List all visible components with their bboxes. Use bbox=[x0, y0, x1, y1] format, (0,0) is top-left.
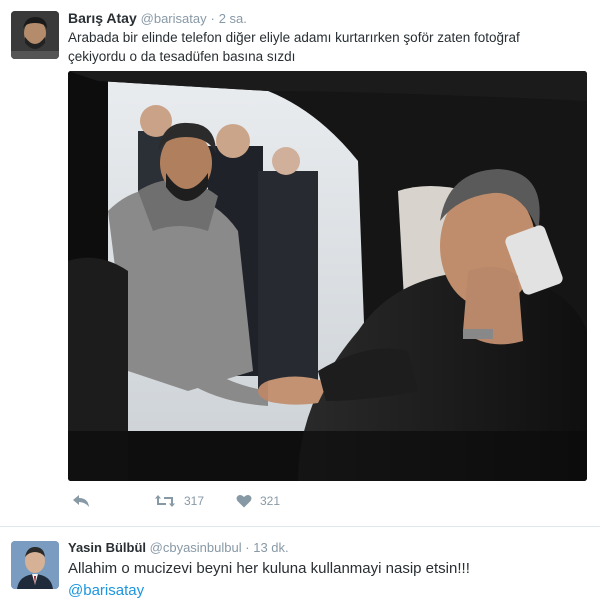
tweet-barisatay[interactable]: Barış Atay @barisatay · 2 sa. Arabada bi… bbox=[0, 0, 600, 526]
like-count: 321 bbox=[260, 494, 281, 508]
retweet-icon bbox=[155, 495, 175, 507]
author-name[interactable]: Barış Atay bbox=[68, 10, 137, 26]
author-name[interactable]: Yasin Bülbül bbox=[68, 540, 146, 555]
avatar-photo bbox=[11, 541, 59, 589]
tweet-time[interactable]: 2 sa. bbox=[219, 11, 247, 26]
author-handle[interactable]: @cbyasinbulbul bbox=[150, 540, 242, 555]
tweet-photo[interactable] bbox=[68, 71, 587, 481]
heart-icon bbox=[236, 495, 252, 508]
tweet-text-line: çekiyordu o da tesadüfen basına sızdı bbox=[68, 49, 296, 64]
avatar-barisatay[interactable] bbox=[11, 11, 59, 59]
separator: · bbox=[210, 11, 215, 26]
tweet-header: Yasin Bülbül @cbyasinbulbul · 13 dk. bbox=[68, 539, 289, 556]
tweet-time[interactable]: 13 dk. bbox=[253, 540, 288, 555]
tweet-header: Barış Atay @barisatay · 2 sa. bbox=[68, 9, 247, 28]
tweet-text: Allahim o mucizevi beyni her kuluna kull… bbox=[68, 560, 470, 577]
mention-link[interactable]: @barisatay bbox=[68, 580, 144, 601]
photo-car-scene bbox=[68, 71, 587, 481]
author-handle[interactable]: @barisatay bbox=[141, 11, 207, 26]
retweet-button[interactable]: 317 bbox=[154, 494, 204, 508]
tweet-text: Arabada bir elinde telefon diğer eliyle … bbox=[68, 28, 568, 66]
like-button[interactable]: 321 bbox=[236, 494, 280, 508]
reply-button[interactable] bbox=[72, 494, 90, 508]
reply-icon bbox=[73, 495, 89, 507]
tweet-cbyasinbulbul[interactable]: Yasin Bülbül @cbyasinbulbul · 13 dk. All… bbox=[0, 527, 600, 607]
separator: · bbox=[245, 540, 250, 555]
retweet-count: 317 bbox=[184, 494, 205, 508]
tweet-text-line: Arabada bir elinde telefon diğer eliyle … bbox=[68, 30, 520, 45]
avatar-photo bbox=[11, 11, 59, 59]
avatar-cbyasinbulbul[interactable] bbox=[11, 541, 59, 589]
